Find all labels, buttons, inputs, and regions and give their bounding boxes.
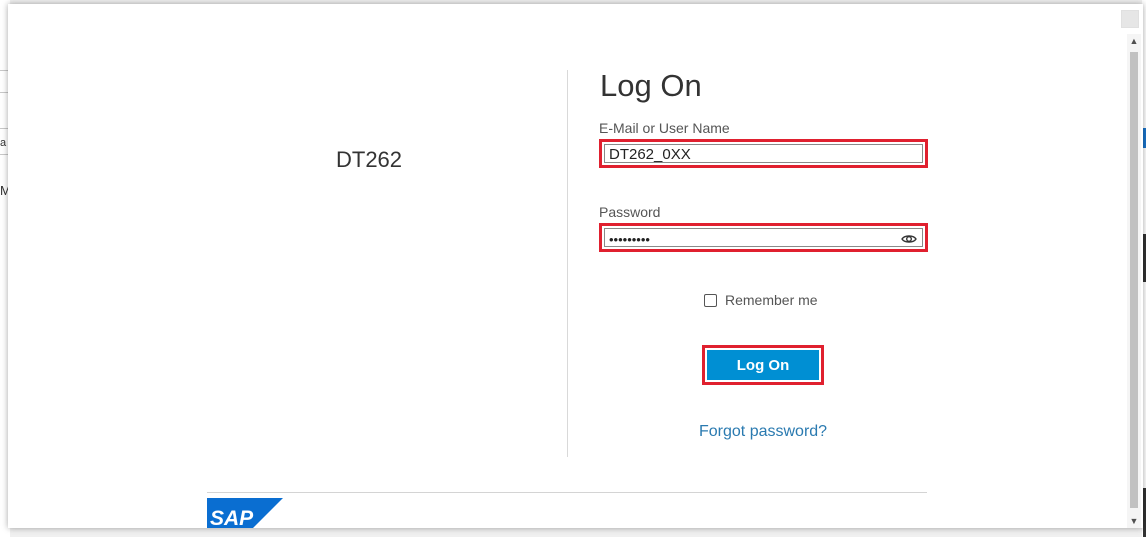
username-field-highlight: DT262_0XX <box>599 139 928 168</box>
panel-divider <box>567 70 568 457</box>
remember-me-row: Remember me <box>704 292 818 308</box>
screen: a M ▲ ▼ DT262 Log On E-Mail or User Name… <box>0 0 1146 537</box>
page-title: Log On <box>600 68 702 103</box>
forgot-password-link[interactable]: Forgot password? <box>699 423 827 441</box>
show-password-eye-icon[interactable] <box>901 231 917 247</box>
dialog-scrollbar[interactable]: ▲ ▼ <box>1127 34 1141 528</box>
remember-me-label[interactable]: Remember me <box>725 292 818 308</box>
scrollbar-thumb[interactable] <box>1130 52 1138 508</box>
dialog-close-button[interactable] <box>1121 10 1139 28</box>
background-text-fragment: a <box>0 137 7 149</box>
login-dialog: ▲ ▼ DT262 Log On E-Mail or User Name DT2… <box>8 4 1143 528</box>
username-input[interactable]: DT262_0XX <box>604 144 923 163</box>
username-label: E-Mail or User Name <box>599 120 730 136</box>
remember-me-checkbox[interactable] <box>704 293 717 307</box>
footer-divider <box>207 492 927 493</box>
password-input[interactable]: ••••••••• <box>604 228 923 247</box>
scroll-down-arrow-icon[interactable]: ▼ <box>1127 514 1141 528</box>
logon-button[interactable]: Log On <box>707 350 819 380</box>
password-label: Password <box>599 204 661 220</box>
sap-logo-icon: SAP <box>207 498 283 528</box>
scroll-up-arrow-icon[interactable]: ▲ <box>1127 34 1141 48</box>
password-field-highlight: ••••••••• <box>599 223 928 252</box>
svg-text:SAP: SAP <box>210 507 254 528</box>
logon-button-highlight: Log On <box>702 345 824 385</box>
tenant-name: DT262 <box>336 147 403 172</box>
